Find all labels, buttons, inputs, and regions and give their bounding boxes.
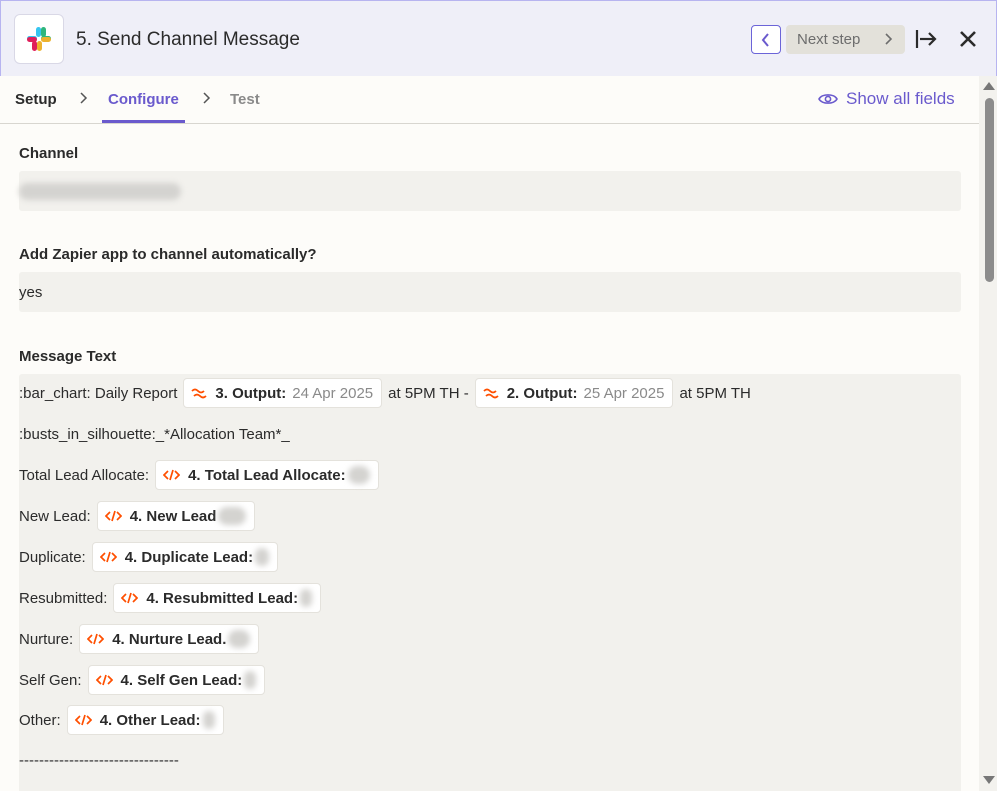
channel-field[interactable] (19, 171, 961, 211)
code-output-pill[interactable]: 4. Duplicate Lead: (91, 542, 279, 572)
message-text: Duplicate: (19, 548, 86, 566)
pill-value-redacted (228, 630, 251, 648)
chevron-right-icon (203, 92, 211, 104)
scrollbar[interactable] (979, 76, 997, 791)
message-text: Resubmitted: (19, 589, 108, 607)
pill-label: 4. Resubmitted Lead: (146, 589, 299, 607)
close-icon[interactable] (956, 27, 980, 51)
pill-label: 4. Total Lead Allocate: (188, 466, 346, 484)
code-icon (163, 469, 181, 481)
code-output-pill[interactable]: 4. Self Gen Lead: (87, 665, 266, 695)
code-output-pill[interactable]: 4. New Lead (96, 501, 256, 531)
output-pill[interactable]: 3. Output: 24 Apr 2025 (183, 378, 383, 408)
message-text: Total Lead Allocate: (19, 466, 150, 484)
pill-value-redacted (255, 548, 270, 566)
chevron-right-icon (885, 33, 893, 45)
chevron-left-icon (761, 32, 769, 47)
message-line: Resubmitted: 4. Resubmitted Lead: (19, 583, 327, 613)
message-text-label: Message Text (19, 348, 117, 365)
tab-configure[interactable]: Configure (108, 91, 179, 108)
code-icon (104, 510, 122, 522)
pill-label: 2. Output: (506, 384, 578, 402)
scroll-down-arrow-icon[interactable] (983, 776, 995, 784)
code-icon (74, 714, 92, 726)
show-all-fields-label: Show all fields (846, 89, 955, 108)
message-text: Other: (19, 711, 61, 729)
pill-label: 3. Output: (215, 384, 287, 402)
scroll-thumb[interactable] (985, 98, 994, 282)
formatter-icon (191, 387, 208, 399)
code-output-pill[interactable]: 4. Resubmitted Lead: (113, 583, 322, 613)
auto-add-field[interactable]: yes (19, 272, 961, 312)
message-line: Other: 4. Other Lead: (19, 705, 230, 735)
code-output-pill[interactable]: 4. Total Lead Allocate: (155, 460, 379, 490)
message-text: :bar_chart: Daily Report (19, 384, 178, 402)
code-icon (87, 633, 105, 645)
pill-label: 4. Other Lead: (99, 711, 201, 729)
pill-value: 24 Apr 2025 (292, 384, 374, 402)
eye-icon (818, 94, 838, 104)
message-text: at 5PM TH (679, 384, 751, 402)
message-line: Total Lead Allocate: 4. Total Lead Alloc… (19, 460, 385, 490)
message-line: Self Gen: 4. Self Gen Lead: (19, 665, 271, 695)
output-pill[interactable]: 2. Output: 25 Apr 2025 (474, 378, 674, 408)
channel-label: Channel (19, 145, 79, 162)
message-line: :busts_in_silhouette:_*Allocation Team*_ (19, 419, 290, 449)
code-output-pill[interactable]: 4. Other Lead: (66, 705, 224, 735)
auto-add-value: yes (19, 284, 43, 301)
message-text: New Lead: (19, 507, 91, 525)
auto-add-label: Add Zapier app to channel automatically? (19, 246, 317, 263)
code-icon (99, 551, 117, 563)
formatter-icon (483, 387, 499, 399)
code-output-pill[interactable]: 4. Nurture Lead. (79, 624, 260, 654)
previous-step-button[interactable] (751, 25, 781, 54)
pill-value-redacted (244, 671, 257, 689)
divider-text: -------------------------------- (19, 751, 179, 769)
message-text: :busts_in_silhouette:_*Allocation Team*_ (19, 425, 290, 443)
code-icon (121, 592, 139, 604)
step-header: 5. Send Channel Message Next step (0, 0, 997, 76)
message-line: Nurture: 4. Nurture Lead. (19, 624, 265, 654)
message-line: New Lead: 4. New Lead (19, 501, 261, 531)
scroll-up-arrow-icon[interactable] (983, 82, 995, 90)
next-step-button[interactable]: Next step (786, 25, 905, 54)
pill-label: 4. Nurture Lead. (112, 630, 227, 648)
message-text: Self Gen: (19, 671, 82, 689)
message-line: Duplicate: 4. Duplicate Lead: (19, 542, 284, 572)
tab-test[interactable]: Test (230, 91, 260, 108)
chevron-right-icon (80, 92, 88, 104)
step-tabs: Setup Configure Test Show all fields (0, 76, 979, 124)
message-text: Nurture: (19, 630, 74, 648)
pill-value-redacted (202, 711, 215, 729)
pill-label: 4. Self Gen Lead: (120, 671, 243, 689)
pill-value-redacted (347, 466, 370, 484)
pill-value-redacted (218, 507, 247, 525)
message-line: -------------------------------- (19, 745, 179, 775)
pill-value-redacted (300, 589, 313, 607)
collapse-panel-icon[interactable] (914, 27, 938, 51)
pill-label: 4. New Lead (129, 507, 217, 525)
slack-logo-icon (14, 14, 64, 64)
show-all-fields-button[interactable]: Show all fields (818, 89, 955, 109)
step-title: 5. Send Channel Message (76, 29, 300, 50)
message-line: :bar_chart: Daily Report 3. Output: 24 A… (19, 378, 751, 408)
tab-setup[interactable]: Setup (15, 91, 57, 108)
next-step-label: Next step (797, 31, 861, 48)
code-icon (95, 674, 113, 686)
pill-label: 4. Duplicate Lead: (124, 548, 254, 566)
active-tab-indicator (102, 120, 185, 123)
message-text: at 5PM TH - (388, 384, 469, 402)
pill-value: 25 Apr 2025 (583, 384, 665, 402)
channel-value-redacted (19, 183, 181, 200)
